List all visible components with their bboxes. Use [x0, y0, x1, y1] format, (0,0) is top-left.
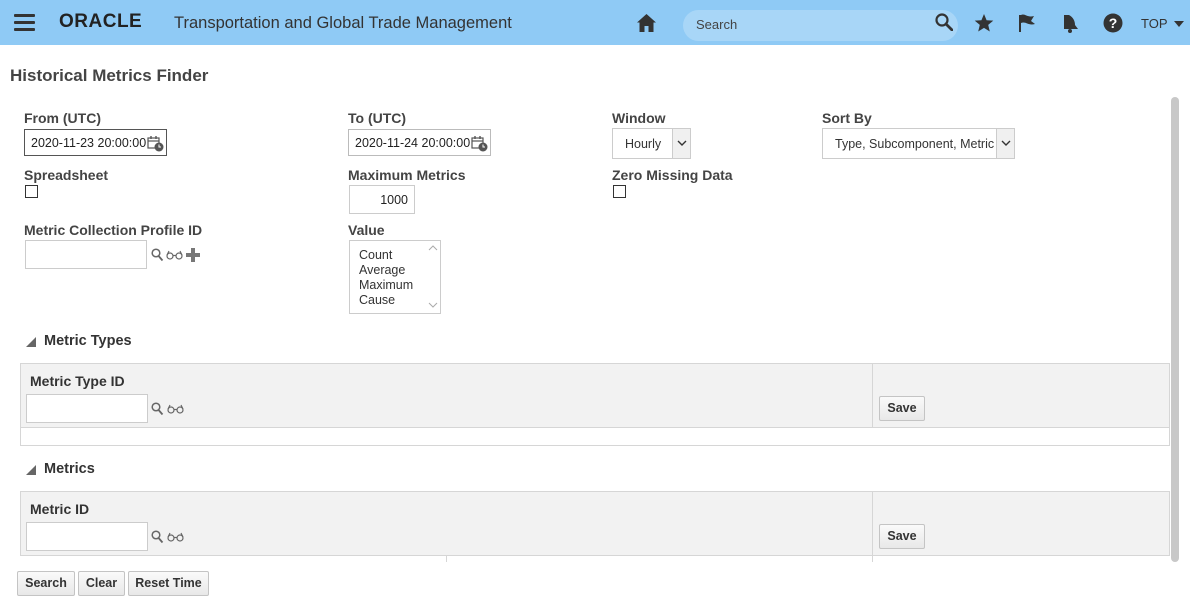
glasses-icon[interactable]: [167, 532, 184, 542]
svg-text:?: ?: [1109, 15, 1118, 31]
page-title: Historical Metrics Finder: [10, 66, 209, 85]
sort-by-select-value: Type, Subcomponent, Metric: [835, 137, 995, 151]
window-select[interactable]: Hourly: [612, 128, 691, 159]
metric-id-label: Metric ID: [30, 501, 90, 517]
from-datetime-value: 2020-11-23 20:00:00: [31, 136, 147, 150]
metric-types-header[interactable]: Metric Types: [44, 333, 132, 349]
sort-by-select[interactable]: Type, Subcomponent, Metric: [822, 128, 1015, 159]
zero-missing-data-label: Zero Missing Data: [612, 167, 733, 183]
spreadsheet-label: Spreadsheet: [24, 167, 109, 183]
zero-missing-data-checkbox[interactable]: [613, 185, 626, 198]
bell-icon[interactable]: [1060, 13, 1080, 33]
to-datetime-value: 2020-11-24 20:00:00: [355, 136, 471, 150]
calendar-icon[interactable]: [147, 135, 164, 152]
search-icon[interactable]: [151, 248, 164, 262]
max-metrics-input[interactable]: 1000: [349, 185, 415, 214]
add-icon[interactable]: [186, 248, 200, 262]
listbox-scrollbar[interactable]: [426, 241, 440, 313]
oracle-logo: ORACLE: [59, 11, 143, 32]
grid-divider: [872, 491, 873, 562]
window-select-value: Hourly: [625, 137, 662, 151]
flag-icon[interactable]: [1017, 13, 1037, 33]
menu-icon[interactable]: [14, 14, 35, 31]
profile-id-input[interactable]: [25, 240, 147, 269]
sort-by-label: Sort By: [822, 110, 872, 126]
metric-type-id-label: Metric Type ID: [30, 373, 125, 389]
clear-button[interactable]: Clear: [78, 571, 125, 596]
global-search-box: [683, 10, 958, 41]
app-header: ORACLE Transportation and Global Trade M…: [0, 0, 1190, 45]
chevron-down-icon[interactable]: [996, 129, 1014, 158]
page-scrollbar[interactable]: [1171, 97, 1179, 562]
metrics-grid-header: [20, 491, 1170, 556]
metrics-header[interactable]: Metrics: [44, 461, 95, 477]
metric-types-grid-header: [20, 363, 1170, 428]
from-datetime-input[interactable]: 2020-11-23 20:00:00: [24, 129, 167, 156]
chevron-down-icon[interactable]: [672, 129, 690, 158]
calendar-icon[interactable]: [471, 135, 488, 152]
to-datetime-input[interactable]: 2020-11-24 20:00:00: [348, 129, 491, 156]
value-label: Value: [348, 222, 385, 238]
chevron-down-icon[interactable]: [1174, 21, 1184, 27]
max-metrics-label: Maximum Metrics: [348, 167, 466, 183]
metric-id-input[interactable]: [26, 522, 148, 551]
search-icon[interactable]: [151, 530, 164, 544]
profile-id-label: Metric Collection Profile ID: [24, 222, 203, 238]
metric-types-save-button[interactable]: Save: [879, 396, 925, 421]
home-icon[interactable]: [636, 13, 657, 33]
metrics-save-button[interactable]: Save: [879, 524, 925, 549]
global-search-input[interactable]: [696, 17, 916, 32]
search-button[interactable]: Search: [17, 571, 75, 596]
from-label: From (UTC): [24, 110, 101, 126]
to-label: To (UTC): [348, 110, 407, 126]
table-row: [20, 428, 1170, 446]
app-title: Transportation and Global Trade Manageme…: [174, 14, 512, 32]
glasses-icon[interactable]: [167, 404, 184, 414]
metric-type-id-input[interactable]: [26, 394, 148, 423]
help-icon[interactable]: ?: [1103, 13, 1123, 33]
star-icon[interactable]: [974, 13, 994, 33]
search-icon[interactable]: [935, 13, 953, 31]
glasses-icon[interactable]: [166, 250, 183, 260]
search-icon[interactable]: [151, 402, 164, 416]
reset-time-button[interactable]: Reset Time: [128, 571, 209, 596]
top-menu-label[interactable]: TOP: [1141, 16, 1168, 31]
collapse-triangle-icon[interactable]: [26, 337, 36, 347]
value-listbox[interactable]: Count Average Maximum Cause: [349, 240, 441, 314]
window-label: Window: [612, 110, 666, 126]
spreadsheet-checkbox[interactable]: [25, 185, 38, 198]
collapse-triangle-icon[interactable]: [26, 465, 36, 475]
grid-divider: [446, 556, 447, 562]
